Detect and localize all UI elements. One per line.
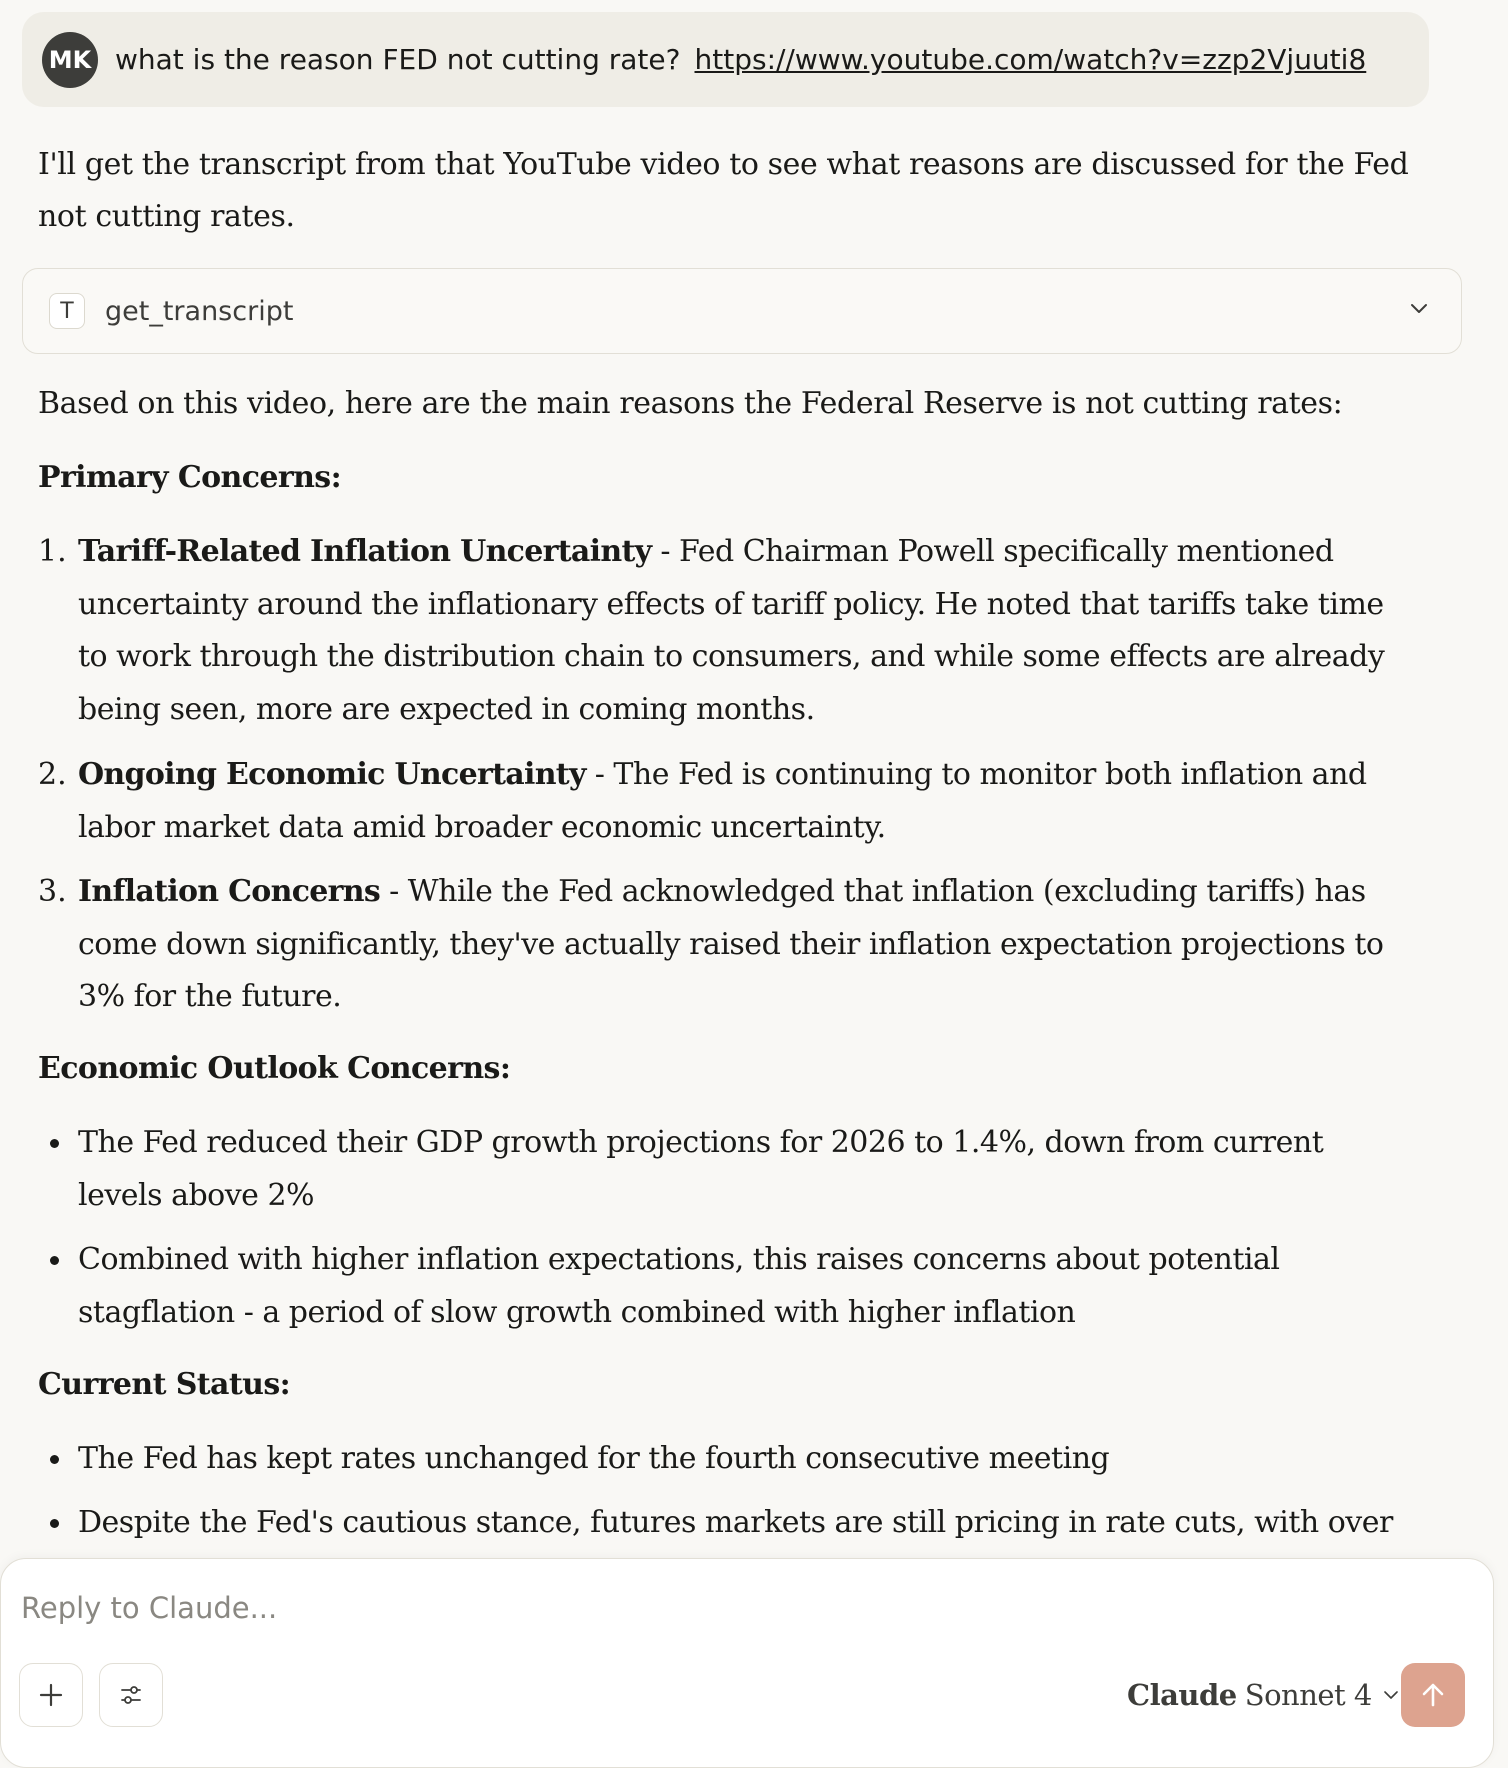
section-heading-primary-concerns: Primary Concerns: (38, 460, 342, 495)
assistant-intro: I'll get the transcript from that YouTub… (38, 147, 1409, 234)
model-selector[interactable]: Claude Sonnet 4 (1127, 1673, 1400, 1717)
list-item-text: The Fed has kept rates unchanged for the… (78, 1441, 1110, 1476)
list-item-text: Combined with higher inflation expectati… (78, 1242, 1280, 1330)
bullet-icon (50, 1139, 59, 1148)
add-attachment-button[interactable] (19, 1663, 83, 1727)
model-name: Sonnet 4 (1244, 1678, 1373, 1712)
plus-icon (39, 1683, 63, 1707)
send-button[interactable] (1401, 1663, 1465, 1727)
bullet-icon (50, 1455, 59, 1464)
list-item-title: Inflation Concerns (78, 874, 381, 909)
youtube-link[interactable]: https://www.youtube.com/watch?v=zzp2Vjuu… (695, 43, 1367, 76)
list-item-text: Ongoing Economic Uncertainty - The Fed i… (78, 749, 1413, 854)
reply-input[interactable] (21, 1583, 1421, 1633)
list-item-text: Tariff-Related Inflation Uncertainty - F… (78, 526, 1413, 736)
sliders-icon (121, 1686, 141, 1704)
chevron-down-icon[interactable] (1407, 296, 1431, 320)
user-avatar[interactable]: MK (42, 31, 98, 88)
list-marker: 1. (38, 534, 67, 569)
reply-composer: Claude Sonnet 4 (0, 1558, 1494, 1768)
tool-call-card[interactable]: T get_transcript (22, 268, 1462, 354)
list-item-title: Tariff-Related Inflation Uncertainty (78, 534, 652, 569)
bullet-icon (50, 1256, 59, 1265)
tools-settings-button[interactable] (99, 1663, 163, 1727)
section-heading-current-status: Current Status: (38, 1367, 291, 1402)
list-item-text: Inflation Concerns - While the Fed ackno… (78, 866, 1413, 1024)
list-item-text: The Fed reduced their GDP growth project… (78, 1125, 1324, 1213)
list-item-title: Ongoing Economic Uncertainty (78, 757, 586, 792)
list-marker: 3. (38, 874, 67, 909)
assistant-summary: Based on this video, here are the main r… (38, 386, 1343, 421)
section-heading-economic-outlook: Economic Outlook Concerns: (38, 1051, 511, 1086)
user-message: MK what is the reason FED not cutting ra… (22, 12, 1429, 107)
user-message-text: what is the reason FED not cutting rate? (115, 43, 681, 76)
bullet-icon (50, 1519, 59, 1528)
tool-name: get_transcript (105, 295, 294, 327)
chevron-down-icon (1384, 1691, 1398, 1699)
tool-badge-icon: T (49, 293, 85, 329)
list-marker: 2. (38, 757, 67, 792)
model-brand: Claude (1127, 1678, 1237, 1712)
arrow-up-icon (1422, 1683, 1444, 1707)
chat-conversation: MK what is the reason FED not cutting ra… (0, 0, 1508, 1768)
